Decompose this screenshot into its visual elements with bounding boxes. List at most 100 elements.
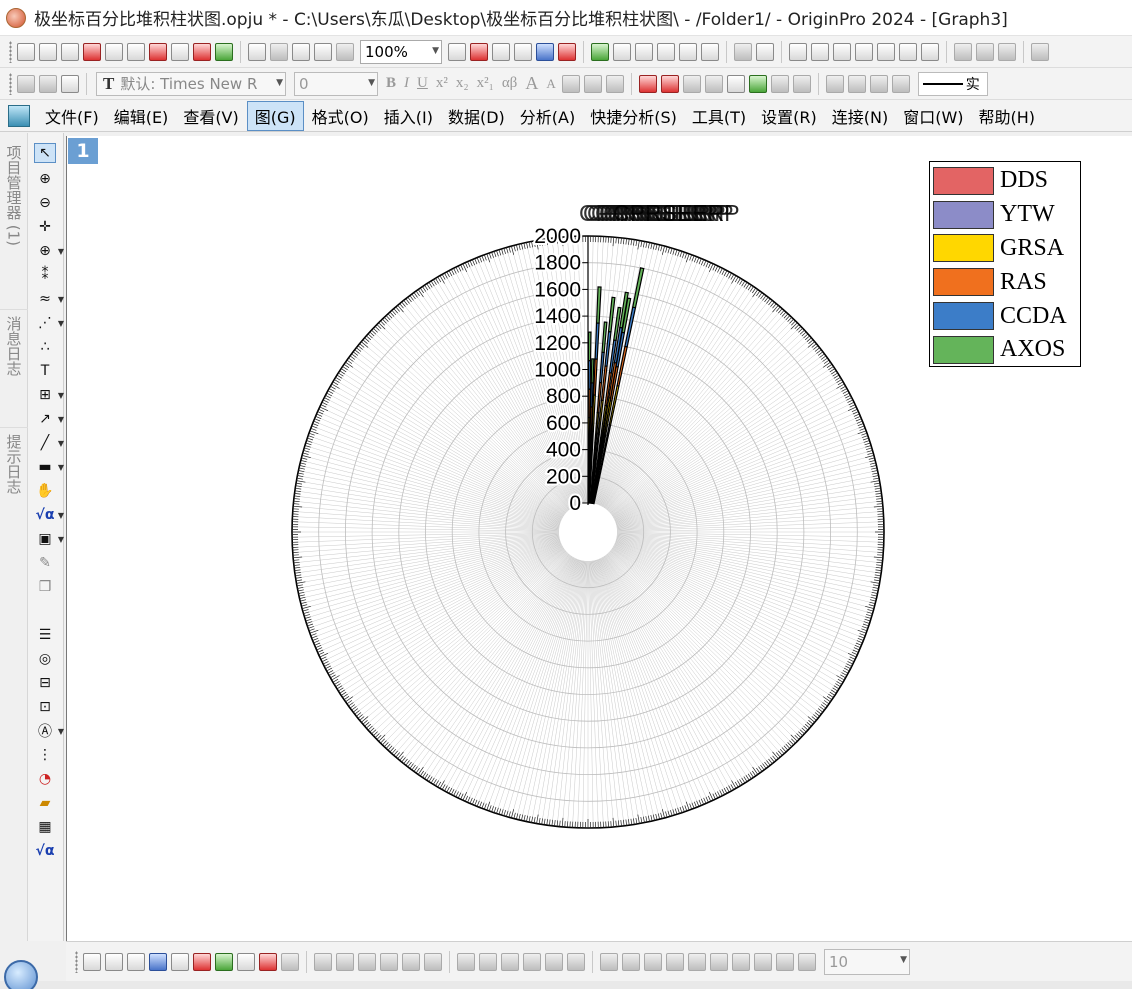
- distribute-icon[interactable]: [710, 952, 728, 971]
- column-align-icon[interactable]: [583, 74, 602, 93]
- hand-icon[interactable]: ✋: [34, 481, 56, 501]
- align-right-icon[interactable]: [622, 952, 640, 971]
- 3d-surface-icon[interactable]: [336, 952, 354, 971]
- fit-page-icon[interactable]: ⊡: [34, 697, 56, 717]
- send-back-icon[interactable]: [798, 952, 816, 971]
- pointer-icon[interactable]: ↖: [34, 143, 56, 163]
- 3d-rotate-icon[interactable]: ❒: [34, 577, 56, 597]
- tab-smart-hint-log[interactable]: 提示日志: [0, 427, 28, 527]
- symbol-icon[interactable]: [891, 74, 910, 93]
- new-function-icon[interactable]: [127, 42, 145, 61]
- area-plot-icon[interactable]: [215, 952, 233, 971]
- origin-app-icon[interactable]: [6, 7, 26, 28]
- chevron-down-icon[interactable]: ▼: [900, 955, 907, 965]
- region-selector-icon[interactable]: ⋰ ▼: [34, 313, 64, 333]
- layer-colors-icon[interactable]: [558, 42, 576, 61]
- underline-button[interactable]: U: [417, 75, 428, 92]
- filter-options-icon[interactable]: [998, 42, 1016, 61]
- chevron-down-icon[interactable]: ▼: [368, 78, 375, 88]
- menu-window[interactable]: 窗口(W): [896, 102, 970, 130]
- menu-file[interactable]: 文件(F): [38, 102, 106, 130]
- flip-icon[interactable]: [792, 74, 811, 93]
- align-bottom-icon[interactable]: [666, 952, 684, 971]
- chevron-down-icon[interactable]: ▼: [432, 46, 439, 56]
- column-plot-icon[interactable]: [149, 952, 167, 971]
- search-icon[interactable]: [613, 42, 631, 61]
- save-window-icon[interactable]: [314, 42, 332, 61]
- rotate-icon[interactable]: [770, 74, 789, 93]
- unmerge-icon[interactable]: [660, 74, 679, 93]
- add-layer-icon[interactable]: [501, 952, 519, 971]
- extract-layers-icon[interactable]: [479, 952, 497, 971]
- line-color-icon[interactable]: [869, 74, 888, 93]
- stock-plot-icon[interactable]: [259, 952, 277, 971]
- circle-icon[interactable]: ◎: [34, 649, 56, 669]
- line-plot-icon[interactable]: [83, 952, 101, 971]
- rectangle-tool-icon[interactable]: ▬ ▼: [34, 457, 64, 477]
- arrange-layers-icon[interactable]: [523, 952, 541, 971]
- group-icon[interactable]: [682, 74, 701, 93]
- peak-icon[interactable]: [1031, 42, 1049, 61]
- toolbar-grip[interactable]: [9, 72, 12, 95]
- decrease-font-button[interactable]: A: [546, 76, 555, 92]
- tab-message-log[interactable]: 消息日志: [0, 309, 28, 421]
- merge-layers-icon[interactable]: [457, 952, 475, 971]
- ungroup-icon[interactable]: [704, 74, 723, 93]
- layer-colors-icon[interactable]: ☰: [34, 625, 56, 645]
- front-icon[interactable]: [726, 74, 745, 93]
- merge-graph-icon[interactable]: ⋮: [34, 745, 56, 765]
- same-width-icon[interactable]: [732, 952, 750, 971]
- folder-tool-icon[interactable]: ▰: [34, 793, 56, 813]
- align-left-icon[interactable]: [600, 952, 618, 971]
- equation-icon[interactable]: √α ▼: [34, 505, 64, 525]
- font-size-select[interactable]: 0 ▼: [294, 71, 378, 96]
- paste-icon[interactable]: [61, 74, 79, 93]
- merge-icon[interactable]: [638, 74, 657, 93]
- insert-graph-icon[interactable]: ▣ ▼: [34, 529, 64, 549]
- greek-button[interactable]: αβ: [502, 75, 518, 92]
- data-reader-icon[interactable]: ⊕ ▼: [34, 241, 64, 261]
- zoom-select[interactable]: 100% ▼: [360, 39, 442, 64]
- line-symbol-plot-icon[interactable]: [127, 952, 145, 971]
- graph-window-icon[interactable]: [8, 104, 30, 127]
- 3d-wire-icon[interactable]: [358, 952, 376, 971]
- box-chart-icon[interactable]: [921, 42, 939, 61]
- bold-button[interactable]: B: [386, 75, 396, 92]
- increase-font-button[interactable]: A: [525, 73, 538, 94]
- menu-graph[interactable]: 图(G): [246, 100, 304, 131]
- align-center-icon[interactable]: [688, 952, 706, 971]
- 3d-bar-icon[interactable]: [314, 952, 332, 971]
- menu-view[interactable]: 查看(V): [176, 102, 245, 130]
- cloud-icon[interactable]: [270, 42, 288, 61]
- bring-front-icon[interactable]: [776, 952, 794, 971]
- sort-columns-icon[interactable]: [833, 42, 851, 61]
- status-orb-icon[interactable]: [4, 960, 38, 989]
- timestamp-icon[interactable]: ◔: [34, 769, 56, 789]
- font-select[interactable]: T 默认: Times New R ▼: [96, 71, 286, 96]
- text-icon[interactable]: T: [34, 361, 56, 381]
- menu-tools[interactable]: 工具(T): [685, 102, 753, 130]
- line-tool-icon[interactable]: ╱ ▼: [34, 433, 64, 453]
- filter-icon[interactable]: [954, 42, 972, 61]
- copy-icon[interactable]: [39, 74, 57, 93]
- scatter-points-icon[interactable]: ∴: [34, 337, 56, 357]
- arrow-tool-icon[interactable]: ↗ ▼: [34, 409, 64, 429]
- column-chart-icon[interactable]: [899, 42, 917, 61]
- open-folder-icon[interactable]: [248, 42, 266, 61]
- new-matrix-icon[interactable]: [61, 42, 79, 61]
- image-plot-icon[interactable]: [424, 952, 442, 971]
- template-icon[interactable]: [171, 42, 189, 61]
- project-explorer-icon[interactable]: [591, 42, 609, 61]
- swap-layer-icon[interactable]: [567, 952, 585, 971]
- toolbar-grip[interactable]: [75, 950, 78, 973]
- new-project-icon[interactable]: [17, 42, 35, 61]
- 3d-plot-icon[interactable]: [281, 952, 299, 971]
- menu-format[interactable]: 格式(O): [305, 102, 376, 130]
- align-top-icon[interactable]: [644, 952, 662, 971]
- menu-insert[interactable]: 插入(I): [377, 102, 440, 130]
- annotation-icon[interactable]: ⊞ ▼: [34, 385, 64, 405]
- toolbar-grip[interactable]: [9, 40, 12, 63]
- menu-connect[interactable]: 连接(N): [825, 102, 895, 130]
- fill-color-icon[interactable]: [825, 74, 844, 93]
- box-plot-icon[interactable]: [171, 952, 189, 971]
